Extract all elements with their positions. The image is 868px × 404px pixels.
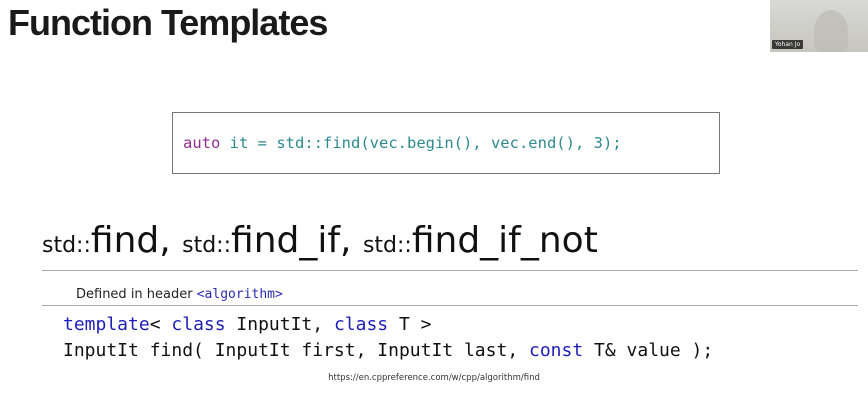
divider-line	[42, 305, 858, 306]
signature-line-declaration: InputIt find( InputIt first, InputIt las…	[63, 340, 713, 361]
source-url: https://en.cppreference.com/w/cpp/algori…	[328, 373, 540, 383]
header-link[interactable]: <algorithm>	[197, 287, 283, 302]
std-prefix: std::	[362, 233, 412, 258]
slide-title: Function Templates	[8, 2, 328, 43]
sig-text: InputIt find( InputIt first, InputIt las…	[63, 340, 529, 361]
keyword-class: class	[333, 314, 389, 335]
divider-line	[42, 270, 858, 271]
keyword-class: class	[171, 314, 226, 335]
defined-label: Defined in header	[76, 287, 197, 302]
speaker-silhouette	[814, 10, 848, 52]
std-prefix: std::	[182, 233, 232, 258]
separator: ,	[159, 220, 183, 261]
function-names-heading: std::find, std::find_if, std::find_if_no…	[42, 220, 598, 261]
code-call: find(vec.begin(), vec.end(), 3);	[323, 134, 622, 152]
code-keyword-auto: auto	[183, 134, 221, 152]
keyword-template: template	[63, 314, 150, 335]
separator: ,	[340, 220, 363, 261]
speaker-name-tag: Yohan Jo	[772, 40, 804, 49]
sig-text: T& value );	[583, 340, 714, 361]
keyword-const: const	[529, 340, 584, 361]
sig-text: <	[149, 314, 172, 335]
code-example-box: auto it = std:: find(vec.begin(), vec.end…	[172, 112, 720, 174]
function-name-find-if-not: find_if_not	[411, 220, 598, 261]
code-variable: it =	[220, 134, 277, 152]
function-name-find: find	[90, 220, 160, 261]
webcam-video-thumbnail[interactable]: Yohan Jo	[770, 0, 868, 52]
function-name-find-if: find_if	[231, 220, 341, 261]
sig-text: T >	[388, 314, 432, 335]
defined-in-header: Defined in header <algorithm>	[76, 287, 283, 302]
std-prefix: std::	[42, 233, 91, 258]
sig-text: InputIt,	[225, 314, 334, 335]
code-namespace: std::	[276, 134, 323, 152]
signature-line-template: template< class InputIt, class T >	[63, 314, 432, 335]
